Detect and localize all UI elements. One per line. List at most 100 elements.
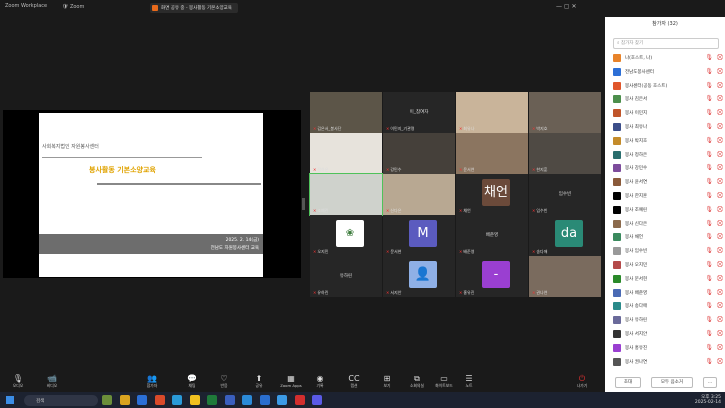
camera-off-icon[interactable]: ⛒ — [717, 151, 723, 159]
participant-row[interactable]: 봉사 유하린 🎙 ⛒ — [613, 315, 723, 326]
participant-row[interactable]: 봉사 송다애 🎙 ⛒ — [613, 301, 723, 312]
taskbar-app-icon[interactable] — [259, 395, 270, 405]
video-tile[interactable]: 신다은 — [383, 174, 455, 215]
participant-row[interactable]: 봉사 박지호 🎙 ⛒ — [613, 136, 723, 147]
participant-row[interactable]: 봉사 문서현 🎙 ⛒ — [613, 274, 723, 285]
video-tile[interactable]: da 송다애 — [529, 215, 601, 256]
mic-muted-icon[interactable]: 🎙 — [705, 178, 713, 185]
participant-row[interactable]: 봉사 최유나 🎙 ⛒ — [613, 122, 723, 133]
participant-row[interactable]: 봉사 서지안 🎙 ⛒ — [613, 329, 723, 340]
video-tile[interactable]: M 문서현 — [383, 215, 455, 256]
video-tile[interactable]: 조예린 — [309, 173, 383, 216]
taskbar-app-icon[interactable] — [294, 395, 305, 405]
meeting-info-icon[interactable]: 🛡 Zoom — [62, 4, 84, 10]
video-tile[interactable]: 윤서연 — [456, 133, 528, 174]
mic-muted-icon[interactable]: 🎙 — [705, 302, 713, 309]
participant-row[interactable]: 봉사센터(공동 호스트) 🎙 ⛒ — [613, 81, 723, 92]
participant-row[interactable]: 봉사 강민수 🎙 ⛒ — [613, 163, 723, 174]
heart-button[interactable]: ♡ 반응 — [210, 374, 238, 389]
leave-button[interactable]: ⏻ 나가기 — [568, 374, 596, 389]
share-status-bar[interactable]: 화면 공유 중 - 봉사활동 기본소양교육 — [150, 3, 238, 13]
record-button[interactable]: ◉ 기록 — [306, 374, 334, 389]
video-tile[interactable]: 배준영배준영 — [456, 215, 528, 256]
participant-search-input[interactable]: ⌕ 참가자 찾기 — [613, 38, 719, 49]
mic-muted-icon[interactable]: 🎙 — [705, 289, 713, 296]
camera-off-icon[interactable]: ⛒ — [717, 164, 723, 172]
video-tile[interactable]: 강민수 — [383, 133, 455, 174]
view-button[interactable]: ⊞ 보기 — [373, 374, 401, 389]
camera-off-icon[interactable]: ⛒ — [717, 82, 723, 90]
camera-off-icon[interactable]: ⛒ — [717, 261, 723, 269]
mic-muted-icon[interactable]: 🎙 — [705, 164, 713, 171]
mic-muted-icon[interactable]: 🎙 — [705, 344, 713, 351]
taskbar-app-icon[interactable] — [277, 395, 287, 405]
video-tile[interactable]: 최유나 — [456, 92, 528, 133]
invite-button[interactable]: 초대 — [615, 377, 641, 388]
mic-muted-icon[interactable]: 🎙 — [705, 82, 713, 89]
mic-muted-icon[interactable]: 🎙 — [705, 151, 713, 158]
camera-button[interactable]: 📹 비디오 — [38, 374, 66, 389]
mic-muted-icon[interactable]: 🎙 — [705, 206, 713, 213]
participant-row[interactable]: 봉사 홍유진 🎙 ⛒ — [613, 343, 723, 354]
participants-button[interactable]: 👥 참가자 — [138, 374, 166, 389]
mic-muted-icon[interactable]: 🎙 — [705, 330, 713, 337]
caption-button[interactable]: CC 캡션 — [340, 374, 368, 389]
camera-off-icon[interactable]: ⛒ — [717, 206, 723, 214]
taskbar-app-icon[interactable] — [189, 395, 200, 405]
participant-row[interactable]: 봉사 이민지 🎙 ⛒ — [613, 108, 723, 119]
video-tile[interactable]: ❀ 오지민 — [310, 215, 382, 256]
participant-row[interactable]: 봉사 신다은 🎙 ⛒ — [613, 219, 723, 230]
video-tile[interactable]: 김은서_봉사단 — [310, 92, 382, 133]
camera-off-icon[interactable]: ⛒ — [717, 109, 723, 117]
camera-off-icon[interactable]: ⛒ — [717, 358, 723, 366]
mic-muted-icon[interactable]: 🎙 — [705, 220, 713, 227]
more-button[interactable]: … — [703, 377, 717, 388]
video-tile[interactable]: 한지훈 — [529, 133, 601, 174]
taskbar-app-icon[interactable] — [102, 395, 112, 405]
camera-off-icon[interactable]: ⛒ — [717, 247, 723, 255]
taskbar-app-icon[interactable] — [207, 395, 217, 405]
mic-muted-icon[interactable]: 🎙 — [705, 123, 713, 130]
mic-muted-icon[interactable]: 🎙 — [705, 358, 713, 365]
taskbar-app-icon[interactable] — [242, 395, 252, 405]
mic-muted-icon[interactable]: 🎙 — [705, 95, 713, 102]
participant-row[interactable]: 나(호스트, 나) 🎙 ⛒ — [613, 53, 723, 64]
camera-off-icon[interactable]: ⛒ — [717, 220, 723, 228]
taskbar-search[interactable]: 검색 — [24, 395, 98, 406]
taskbar-app-icon[interactable] — [224, 395, 235, 405]
participant-row[interactable]: 봉사 임수빈 🎙 ⛒ — [613, 246, 723, 257]
mic-muted-icon[interactable]: 🎙 — [705, 192, 713, 199]
video-tile[interactable]: 채언채언 — [456, 174, 528, 215]
participant-row[interactable]: 봉사 조예린 🎙 ⛒ — [613, 205, 723, 216]
video-tile[interactable]: 임수빈임수빈 — [529, 174, 601, 215]
camera-off-icon[interactable]: ⛒ — [717, 302, 723, 310]
taskbar-app-icon[interactable] — [137, 395, 147, 405]
mic-muted-icon[interactable]: 🎙 — [705, 68, 713, 75]
system-clock[interactable]: 오후 3:25 2025-02-14 — [695, 394, 721, 405]
mic-button[interactable]: 🎙 오디오 — [4, 374, 32, 389]
mic-muted-icon[interactable]: 🎙 — [705, 137, 713, 144]
mic-muted-icon[interactable]: 🎙 — [705, 275, 713, 282]
camera-off-icon[interactable]: ⛒ — [717, 289, 723, 297]
video-tile[interactable]: 정하은 — [310, 133, 382, 174]
taskbar-app-icon[interactable] — [312, 395, 322, 405]
participant-row[interactable]: 봉사 정하은 🎙 ⛒ — [613, 150, 723, 161]
window-controls[interactable]: — ▢ ✕ — [556, 3, 577, 10]
participant-row[interactable]: 봉사 오지민 🎙 ⛒ — [613, 260, 723, 271]
video-tile[interactable]: - 홍유진 — [456, 256, 528, 297]
mic-muted-icon[interactable]: 🎙 — [705, 109, 713, 116]
mic-muted-icon[interactable]: 🎙 — [705, 316, 713, 323]
camera-off-icon[interactable]: ⛒ — [717, 275, 723, 283]
mute-all-button[interactable]: 모두 음소거 — [651, 377, 693, 388]
breakout-button[interactable]: ⧉ 소회의실 — [403, 374, 431, 389]
notes-button[interactable]: ☰ 노트 — [455, 374, 483, 389]
splitter-handle[interactable] — [302, 198, 305, 210]
apps-button[interactable]: ▦ Zoom Apps — [277, 374, 305, 388]
camera-off-icon[interactable]: ⛒ — [717, 54, 723, 62]
camera-off-icon[interactable]: ⛒ — [717, 123, 723, 131]
windows-start-icon[interactable] — [6, 396, 14, 404]
mic-muted-icon[interactable]: 🎙 — [705, 247, 713, 254]
whiteboard-button[interactable]: ▭ 화이트보드 — [430, 374, 458, 389]
share-button[interactable]: ⬆ 공유 — [245, 374, 273, 389]
taskbar-app-icon[interactable] — [154, 395, 165, 405]
